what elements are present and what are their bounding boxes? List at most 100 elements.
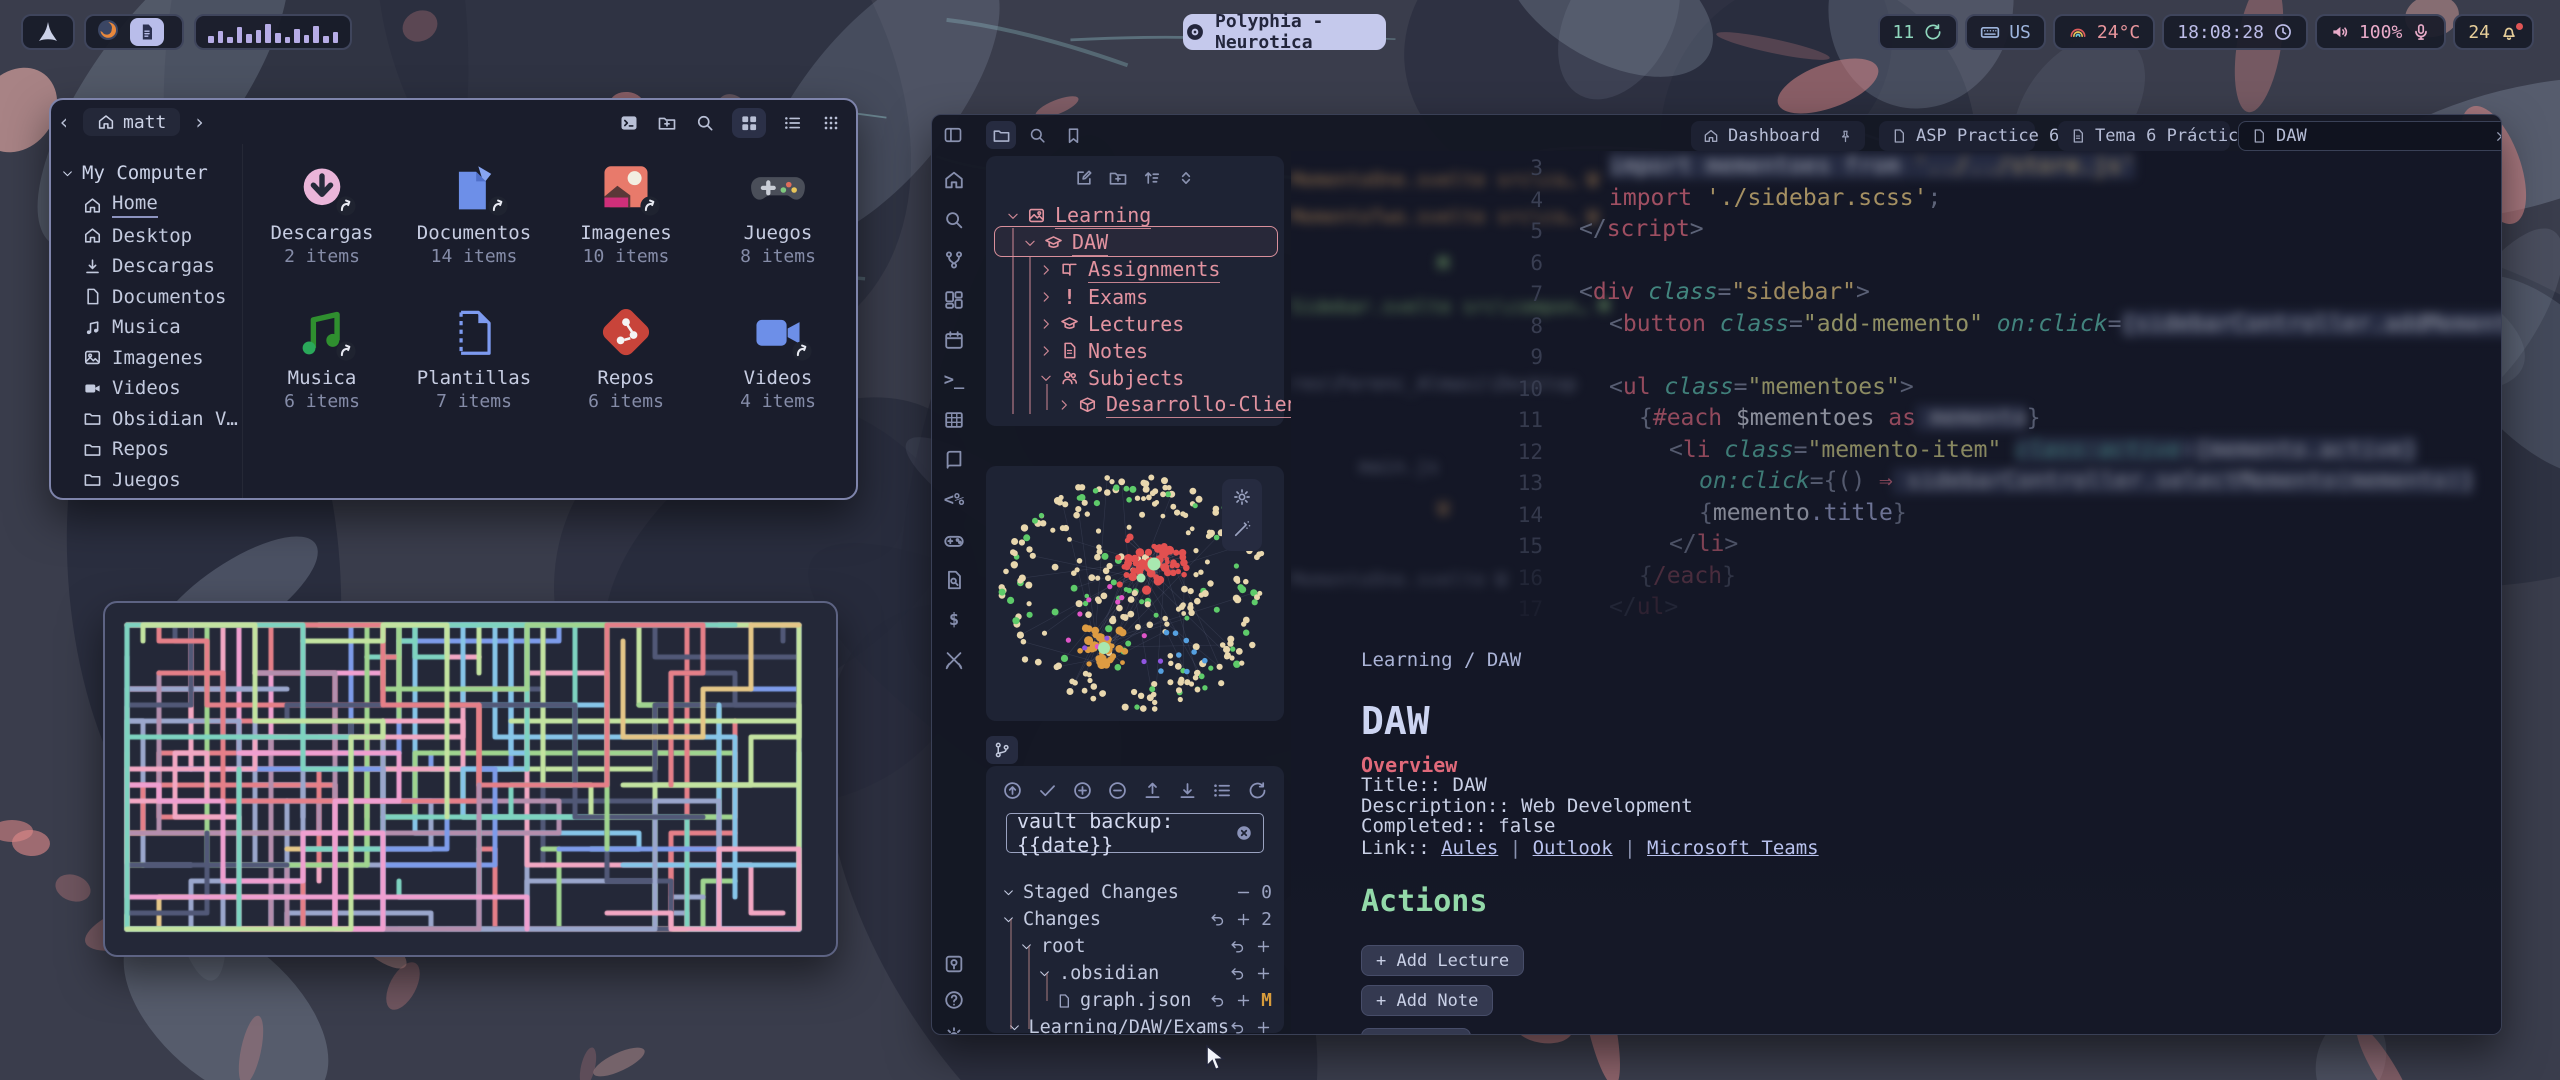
plus-icon[interactable] xyxy=(1235,992,1252,1009)
clear-message-icon[interactable] xyxy=(1235,824,1253,842)
folder-juegos[interactable]: Juegos8 items xyxy=(702,150,854,295)
plus-icon[interactable] xyxy=(1255,965,1272,982)
commit-message-input[interactable]: vault backup: {{date}} xyxy=(1006,813,1264,853)
tree-item-subjects[interactable]: Subjects xyxy=(1039,364,1184,391)
ribbon-layout-icon[interactable] xyxy=(943,289,965,311)
partial-button[interactable] xyxy=(1361,1028,1471,1034)
left-sidebar-toggle[interactable] xyxy=(938,121,968,149)
undo-icon[interactable] xyxy=(1209,992,1226,1009)
tree-item-desarrollo-cliente[interactable]: Desarrollo-Cliente xyxy=(1057,391,1323,418)
tray-notifications[interactable]: 24 xyxy=(2453,14,2534,50)
launcher-button[interactable] xyxy=(21,14,75,50)
note-breadcrumb[interactable]: Learning / DAW xyxy=(1361,649,1521,671)
plus-icon[interactable] xyxy=(1235,911,1252,928)
ribbon-dollar-icon[interactable]: $ xyxy=(943,609,965,631)
ribbon-search-icon[interactable] xyxy=(943,209,965,231)
sidebar-item-desktop[interactable]: Desktop xyxy=(51,221,242,252)
back-button[interactable]: ‹ xyxy=(51,110,77,134)
sidebar-item-documentos[interactable]: Documentos xyxy=(51,282,242,313)
git-row-staged-changes[interactable]: Staged Changes0 xyxy=(986,879,1272,906)
ribbon-terminal-icon[interactable]: >_ xyxy=(943,369,965,391)
git-circle-minus-icon[interactable] xyxy=(1107,780,1128,801)
explorer-collapse-icon[interactable] xyxy=(1176,168,1196,188)
ribbon-table-icon[interactable] xyxy=(943,409,965,431)
git-refresh-icon[interactable] xyxy=(1247,780,1268,801)
ribbon-code-percent-icon[interactable]: <% xyxy=(943,489,965,511)
ribbon-home-icon[interactable] xyxy=(943,169,965,191)
tab-dashboard[interactable]: Dashboard xyxy=(1691,121,1865,151)
tree-item-exams[interactable]: ! Exams xyxy=(1039,283,1148,310)
breadcrumb[interactable]: matt xyxy=(83,108,180,136)
tree-item-lectures[interactable]: Lectures xyxy=(1039,310,1184,337)
undo-icon[interactable] xyxy=(1229,938,1246,955)
graph-gear-icon[interactable] xyxy=(1232,487,1252,511)
ribbon-swords-icon[interactable] xyxy=(943,649,965,671)
ribbon-file-search-icon[interactable] xyxy=(943,569,965,591)
sidebar-item-musica[interactable]: Musica xyxy=(51,312,242,343)
tree-item-learning[interactable]: Learning xyxy=(1006,202,1151,229)
tray-clock[interactable]: 18:08:28 xyxy=(2162,14,2308,50)
open-terminal-button[interactable] xyxy=(618,112,640,134)
undo-icon[interactable] xyxy=(1209,911,1226,928)
sidebar-item-repos[interactable]: Repos xyxy=(51,434,242,465)
folder-videos[interactable]: Videos4 items xyxy=(702,295,854,440)
undo-icon[interactable] xyxy=(1229,1019,1246,1035)
git-upload-icon[interactable] xyxy=(1142,780,1163,801)
folder-imagenes[interactable]: Imagenes10 items xyxy=(550,150,702,295)
tab-daw[interactable]: DAW xyxy=(2238,121,2502,151)
folder-plantillas[interactable]: Plantillas7 items xyxy=(398,295,550,440)
ribbon-git-graph-icon[interactable] xyxy=(943,249,965,271)
sidebar-item-descargas[interactable]: Descargas xyxy=(51,251,242,282)
grid-view-button[interactable] xyxy=(732,108,766,138)
git-download-tray-icon[interactable] xyxy=(1177,780,1198,801)
git-circle-up-icon[interactable] xyxy=(1002,780,1023,801)
tab-asp-practice-6[interactable]: ASP Practice 6 xyxy=(1879,121,2035,151)
plus-icon[interactable] xyxy=(1255,938,1272,955)
list-view-button[interactable] xyxy=(782,112,804,134)
sidebar-item-juegos[interactable]: Juegos xyxy=(51,465,242,496)
folder-descargas[interactable]: Descargas2 items xyxy=(246,150,398,295)
sidebar-item-videos[interactable]: Videos xyxy=(51,373,242,404)
forward-button[interactable]: › xyxy=(186,110,212,134)
sidebar-item-partial[interactable] xyxy=(51,495,242,498)
ribbon-help-icon[interactable] xyxy=(943,989,965,1011)
close-tab-icon[interactable] xyxy=(2494,129,2502,144)
tray-updates[interactable]: 11 xyxy=(1878,14,1959,50)
search-button[interactable] xyxy=(694,112,716,134)
graph-wand-icon[interactable] xyxy=(1232,519,1252,543)
git-circle-plus-icon[interactable] xyxy=(1072,780,1093,801)
link-aules[interactable]: Aules xyxy=(1441,837,1498,859)
tray-volume[interactable]: 100% xyxy=(2315,14,2446,50)
dock-app-firefox[interactable] xyxy=(96,18,120,46)
tree-item-notes[interactable]: Notes xyxy=(1039,337,1148,364)
git-list-icon[interactable] xyxy=(1212,780,1233,801)
ribbon-calendar-icon[interactable] xyxy=(943,329,965,351)
new-folder-button[interactable] xyxy=(656,112,678,134)
explorer-edit-icon[interactable] xyxy=(1074,168,1094,188)
tab-tema-6-pr-cticas-[interactable]: Tema 6 Prácticas -… xyxy=(2058,121,2230,151)
git-row-changes[interactable]: Changes2 xyxy=(986,906,1272,933)
sidebar-item-home[interactable]: Home xyxy=(51,190,242,221)
folder-documentos[interactable]: Documentos14 items xyxy=(398,150,550,295)
ribbon-vault-icon[interactable] xyxy=(943,953,965,975)
now-playing-widget[interactable]: Polyphia - Neurotica xyxy=(1183,14,1386,50)
explorer-folder-plus-icon[interactable] xyxy=(1108,168,1128,188)
ribbon-gamepad-icon[interactable] xyxy=(943,529,965,551)
folder-musica[interactable]: Musica6 items xyxy=(246,295,398,440)
link-outlook[interactable]: Outlook xyxy=(1533,837,1613,859)
button--add-note[interactable]: + Add Note xyxy=(1361,985,1493,1016)
button--add-lecture[interactable]: + Add Lecture xyxy=(1361,945,1524,976)
folder-repos[interactable]: Repos6 items xyxy=(550,295,702,440)
explorer-sort-icon[interactable] xyxy=(1142,168,1162,188)
link-microsoft-teams[interactable]: Microsoft Teams xyxy=(1647,837,1819,859)
tray-weather[interactable]: 24°C xyxy=(2053,14,2155,50)
sidebar-tab-bookmark[interactable] xyxy=(1058,121,1088,149)
git-check-icon[interactable] xyxy=(1037,780,1058,801)
tray-keyboard-layout[interactable]: US xyxy=(1965,14,2046,50)
compact-view-button[interactable] xyxy=(820,112,842,134)
ribbon-book-icon[interactable] xyxy=(943,449,965,471)
ribbon-gear-icon[interactable] xyxy=(943,1025,965,1035)
sidebar-tab-search[interactable] xyxy=(1022,121,1052,149)
tree-item-daw[interactable]: DAW xyxy=(1023,229,1108,256)
sidebar-tab-folder[interactable] xyxy=(986,121,1016,149)
